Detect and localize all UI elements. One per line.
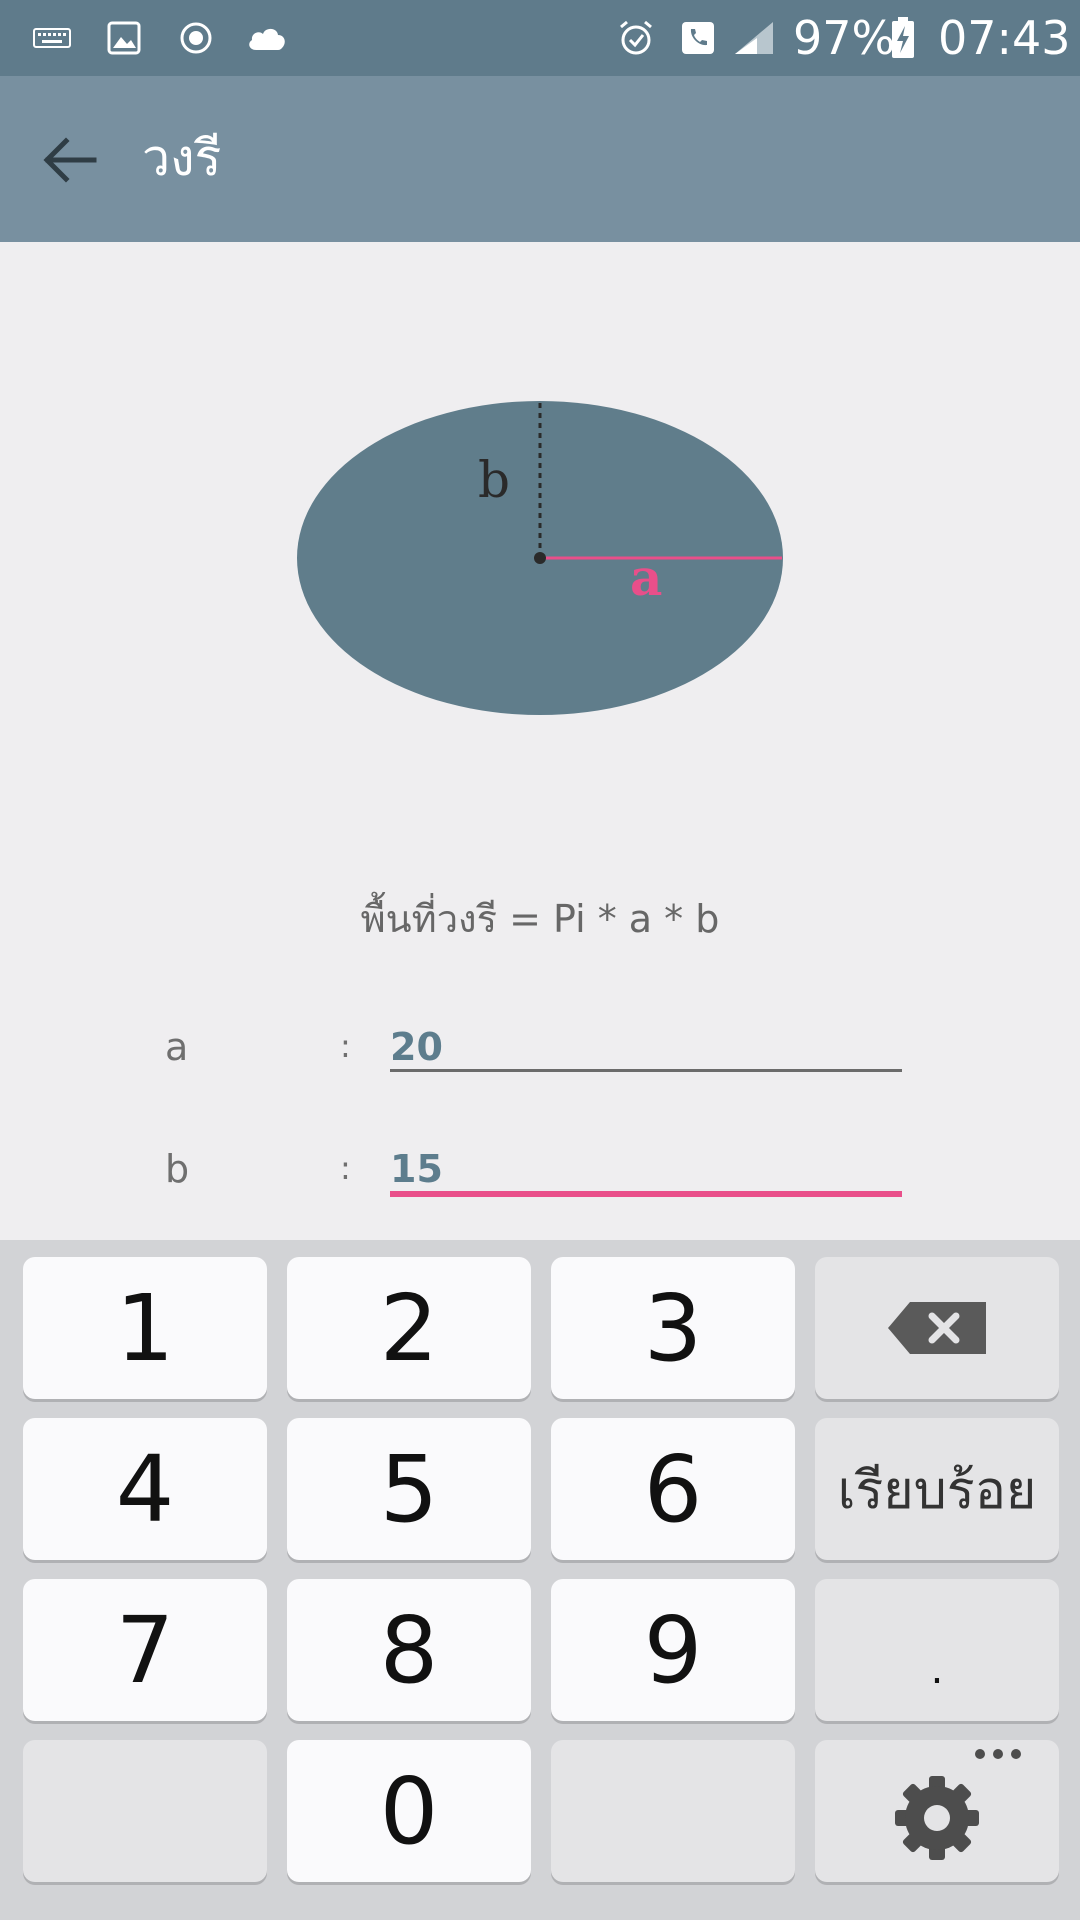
key-5[interactable]: 5 — [287, 1418, 531, 1560]
key-8[interactable]: 8 — [287, 1579, 531, 1721]
input-a[interactable] — [390, 1017, 902, 1077]
ellipse-diagram: b a — [297, 401, 783, 715]
field-label-b: b — [165, 1147, 190, 1191]
input-a-underline — [390, 1069, 902, 1072]
input-b-underline — [390, 1191, 902, 1197]
keyboard-icon — [32, 20, 72, 56]
key-7[interactable]: 7 — [23, 1579, 267, 1721]
key-0[interactable]: 0 — [287, 1740, 531, 1882]
record-icon — [178, 20, 214, 56]
key-9[interactable]: 9 — [551, 1579, 795, 1721]
input-b[interactable] — [390, 1139, 902, 1199]
clock-time: 07:43 — [938, 11, 1071, 65]
settings-key[interactable] — [815, 1740, 1059, 1882]
backspace-key[interactable] — [815, 1257, 1059, 1399]
done-key[interactable]: เรียบร้อย — [815, 1418, 1059, 1560]
phone-icon — [680, 20, 716, 56]
gear-icon — [895, 1749, 1021, 1860]
blank-key-left[interactable] — [23, 1740, 267, 1882]
label-a: a — [630, 548, 662, 607]
key-2[interactable]: 2 — [287, 1257, 531, 1399]
image-icon — [106, 20, 142, 56]
area-formula: พื้นที่วงรี = Pi * a * b — [360, 897, 720, 941]
field-colon-a: : — [340, 1027, 351, 1065]
back-button[interactable] — [30, 124, 110, 196]
key-4[interactable]: 4 — [23, 1418, 267, 1560]
field-colon-b: : — [340, 1149, 351, 1187]
field-row-a: a : — [0, 1007, 1080, 1107]
signal-icon — [732, 20, 776, 56]
field-label-a: a — [165, 1025, 189, 1069]
blank-key-right[interactable] — [551, 1740, 795, 1882]
backspace-icon — [888, 1302, 986, 1354]
field-row-b: b : — [0, 1129, 1080, 1229]
key-6[interactable]: 6 — [551, 1418, 795, 1560]
status-bar: 97% 07:43 — [0, 0, 1080, 76]
center-point — [534, 552, 546, 564]
app-bar: วงรี — [0, 76, 1080, 242]
cloud-icon — [246, 20, 288, 56]
battery-charging-icon — [890, 16, 916, 60]
alarm-icon — [616, 20, 656, 56]
key-1[interactable]: 1 — [23, 1257, 267, 1399]
battery-percentage: 97% — [793, 11, 896, 65]
key-3[interactable]: 3 — [551, 1257, 795, 1399]
decimal-key[interactable]: . — [815, 1579, 1059, 1721]
numeric-keyboard: 1 2 3 4 5 6 เรียบร้อย 7 8 9 . 0 — [0, 1240, 1080, 1920]
page-title: วงรี — [142, 129, 222, 187]
label-b: b — [478, 451, 510, 509]
done-key-label: เรียบร้อย — [837, 1460, 1037, 1521]
arrow-back-icon — [43, 137, 97, 183]
